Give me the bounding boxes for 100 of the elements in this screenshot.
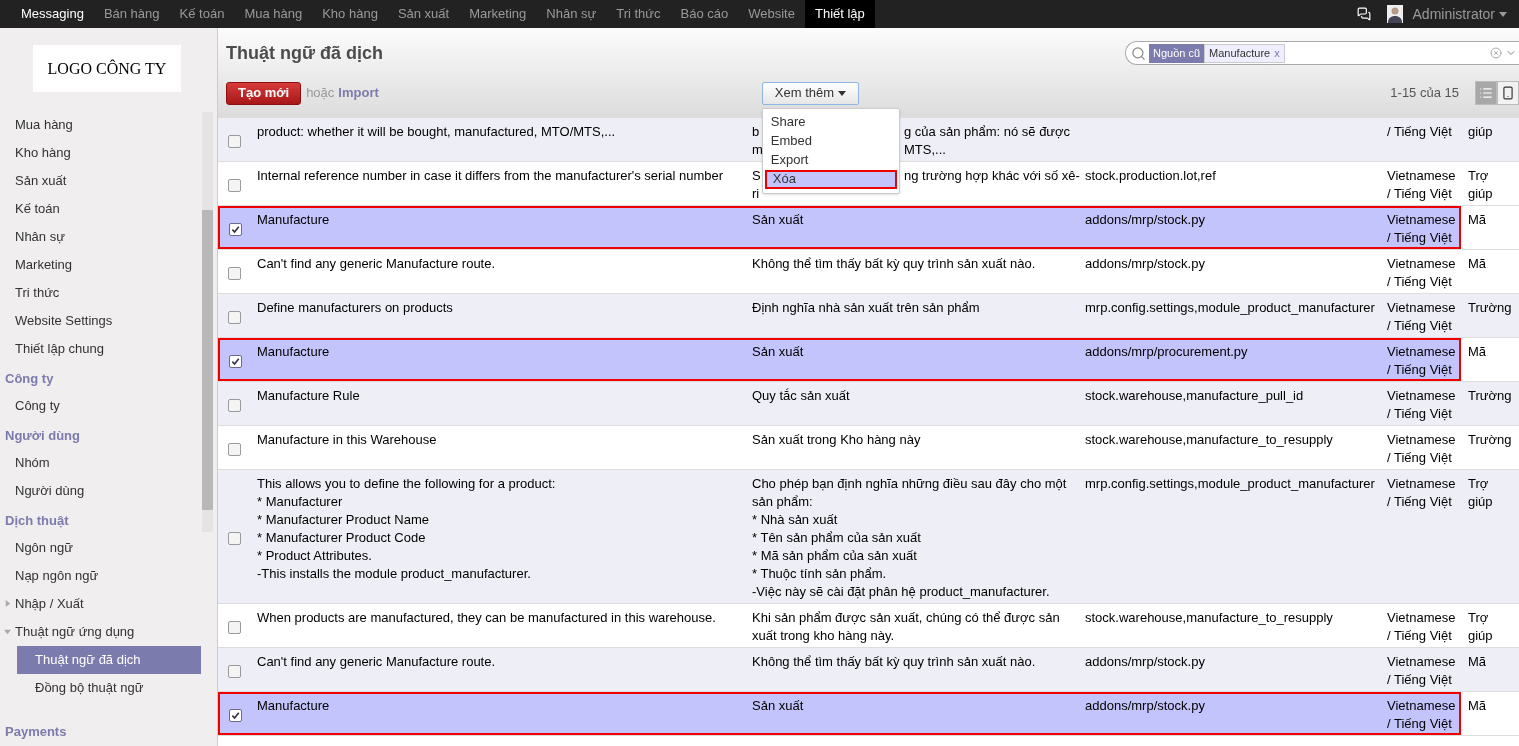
avatar-icon[interactable]: [1386, 5, 1403, 23]
sidebar-item[interactable]: Kho hàng: [0, 139, 201, 167]
sidebar-item[interactable]: Nạp ngôn ngữ: [0, 562, 201, 590]
clear-icon[interactable]: [1490, 47, 1502, 59]
type-cell-text: Trợ giúp: [1468, 609, 1494, 645]
facet-label: Nguồn cũ: [1149, 43, 1205, 63]
row-checkbox[interactable]: [227, 531, 241, 545]
top-menu-item[interactable]: Mua hàng: [234, 0, 313, 28]
caret-down-icon: [1499, 11, 1507, 17]
source-cell-text: Define manufacturers on products: [257, 299, 454, 317]
menu-item[interactable]: Embed: [762, 131, 899, 151]
top-menu-item[interactable]: Báo cáo: [670, 0, 739, 28]
translation-cell-text: Sản xuất: [752, 343, 805, 361]
row-checkbox[interactable]: [227, 266, 241, 280]
sidebar-item[interactable]: Sản xuất: [0, 167, 201, 195]
table-row[interactable]: Manufacture Sản xuất addons/mrp/stock.py Vietnamese / Tiếng Việt: [218, 692, 1461, 735]
row-checkbox[interactable]: [227, 398, 241, 412]
location-cell-text: stock.warehouse,manufacture_to_resupply: [1085, 609, 1334, 627]
row-checkbox[interactable]: [227, 664, 241, 678]
form-view-button[interactable]: [1497, 81, 1519, 105]
top-menu-item[interactable]: Thiết lập: [804, 0, 875, 28]
menu-item[interactable]: Xóa: [764, 169, 897, 189]
language-cell-text: Vietnamese / Tiếng Việt: [1387, 255, 1457, 291]
sidebar-item[interactable]: Ngôn ngữ: [0, 534, 201, 562]
caret-right-icon[interactable]: [4, 600, 11, 607]
location-cell-text: stock.warehouse,manufacture_pull_id: [1085, 387, 1305, 405]
sidebar-item[interactable]: Website Settings: [0, 307, 201, 335]
translation-cell-text: Định nghĩa nhà sản xuất trên sản phẩm: [752, 299, 981, 317]
language-cell-text: / Tiếng Việt: [1387, 123, 1453, 141]
translation-text: b: [752, 124, 760, 139]
type-cell-text: Trợ giúp: [1468, 167, 1494, 203]
top-menu-item[interactable]: Messaging: [11, 0, 94, 28]
sidebar-item[interactable]: Công ty: [0, 392, 201, 420]
table-row[interactable]: Manufacture Sản xuất addons/mrp/stock.py Vietnamese / Tiếng Việt: [218, 206, 1461, 249]
chat-icon[interactable]: [1356, 7, 1371, 21]
type-cell-text: Mã: [1468, 343, 1488, 361]
sidebar-item[interactable]: Nhập / Xuất: [0, 590, 201, 618]
top-menu-item[interactable]: Bán hàng: [93, 0, 170, 28]
source-cell-text: Can't find any generic Manufacture route.: [257, 653, 497, 671]
location-cell-text: addons/mrp/stock.py: [1085, 211, 1206, 229]
type-cell-text: Trường: [1468, 299, 1513, 317]
sidebar-item[interactable]: Thiết lập chung: [0, 335, 201, 363]
table-row[interactable]: Manufacture Sản xuất addons/mrp/procurement.py Vietnamese / Tiếng Việt: [218, 338, 1461, 381]
row-checkbox[interactable]: [227, 310, 241, 324]
row-checkbox[interactable]: [228, 222, 242, 236]
row-checkbox[interactable]: [227, 178, 241, 192]
source-cell-text: Internal reference number in case it differs from the manufacturer's serial number: [257, 167, 725, 185]
sidebar-item[interactable]: Người dùng: [0, 477, 201, 505]
row-checkbox[interactable]: [227, 620, 241, 634]
sidebar-heading: Người dùng: [4, 427, 81, 445]
source-cell-text: Manufacture in this Warehouse: [257, 431, 438, 449]
menu-item[interactable]: Share: [762, 112, 899, 132]
type-cell-text: Trợ giúp: [1468, 475, 1494, 511]
type-cell-text: Trường: [1468, 387, 1513, 405]
menu-item[interactable]: Export: [762, 150, 899, 170]
source-cell-text: Manufacture: [257, 343, 331, 361]
pager: 1-15 của 15: [1390, 84, 1459, 102]
search-field[interactable]: Nguồn cũ Manufacture x: [1125, 41, 1519, 65]
sidebar-item[interactable]: Tri thức: [0, 279, 201, 307]
sidebar-item[interactable]: Đồng bộ thuật ngữ: [17, 674, 201, 702]
sidebar-item[interactable]: Kế toán: [0, 195, 201, 223]
top-menu-item[interactable]: Kế toán: [169, 0, 235, 28]
caret-down-icon[interactable]: [4, 628, 11, 635]
row-checkbox[interactable]: [227, 442, 241, 456]
search-icon: [1131, 45, 1146, 61]
source-cell-text: This allows you to define the following for a product: * Manufacturer * Manufacturer Product Name * Manufacturer Product Code * Product Attributes. -This installs the module product_manufacturer.: [257, 475, 557, 583]
checkmark-icon: [230, 710, 240, 720]
top-menu-item[interactable]: Marketing: [459, 0, 537, 28]
row-checkbox[interactable]: [228, 354, 242, 368]
sidebar-item[interactable]: Thuật ngữ đã dịch: [17, 646, 201, 674]
language-cell-text: Vietnamese / Tiếng Việt: [1387, 475, 1457, 511]
phone-icon: [1501, 86, 1515, 100]
sidebar-item[interactable]: Marketing: [0, 251, 201, 279]
translation-text: ri: [752, 186, 760, 201]
sidebar-item[interactable]: Mua hàng: [0, 111, 201, 139]
row-checkbox[interactable]: [227, 134, 241, 148]
top-menu-item[interactable]: Nhân sự: [536, 0, 607, 28]
location-cell-text: stock.production.lot,ref: [1085, 167, 1217, 185]
facet-remove[interactable]: x: [1274, 44, 1280, 62]
location-cell-text: mrp.config.settings,module_product_manufacturer: [1085, 299, 1376, 317]
top-menu-item[interactable]: Kho hàng: [312, 0, 388, 28]
top-menu-item[interactable]: Website: [738, 0, 805, 28]
translation-text: ng trường hợp khác với số xê-: [904, 167, 1080, 185]
location-cell-text: mrp.config.settings,module_product_manufacturer: [1085, 475, 1376, 493]
caret-down-icon: [838, 90, 847, 96]
create-button[interactable]: Tạo mới: [226, 81, 302, 105]
user-menu[interactable]: Administrator: [1412, 5, 1507, 23]
translation-cell-text: Quy tắc sản xuất: [752, 387, 851, 405]
sidebar-item[interactable]: Nhân sự: [0, 223, 201, 251]
sidebar-item[interactable]: Nhóm: [0, 449, 201, 477]
company-logo: LOGO CÔNG TY: [33, 45, 181, 92]
top-menu-item[interactable]: Sản xuất: [387, 0, 460, 28]
top-menu-item[interactable]: Tri thức: [606, 0, 671, 28]
source-cell-text: Manufacture: [257, 697, 331, 715]
translation-cell-text: Sản xuất: [752, 211, 805, 229]
row-checkbox[interactable]: [228, 708, 242, 722]
sidebar-item[interactable]: Thuật ngữ ứng dụng: [0, 618, 201, 646]
translation-cell-text: Cho phép bạn định nghĩa những điều sau đây cho một sản phẩm: * Nhà sản xuất * Tên sản phẩm của sản xuất * Mã sản phẩm của sản xuất * Thuộc tính sản phẩm. -Việc này sẽ cài đặt phân hệ product_manufacturer.: [752, 475, 1068, 601]
more-button[interactable]: Xem thêm: [761, 81, 860, 105]
source-cell-text: product: whether it will be bought, manufactured, MTO/MTS,...: [257, 123, 617, 141]
